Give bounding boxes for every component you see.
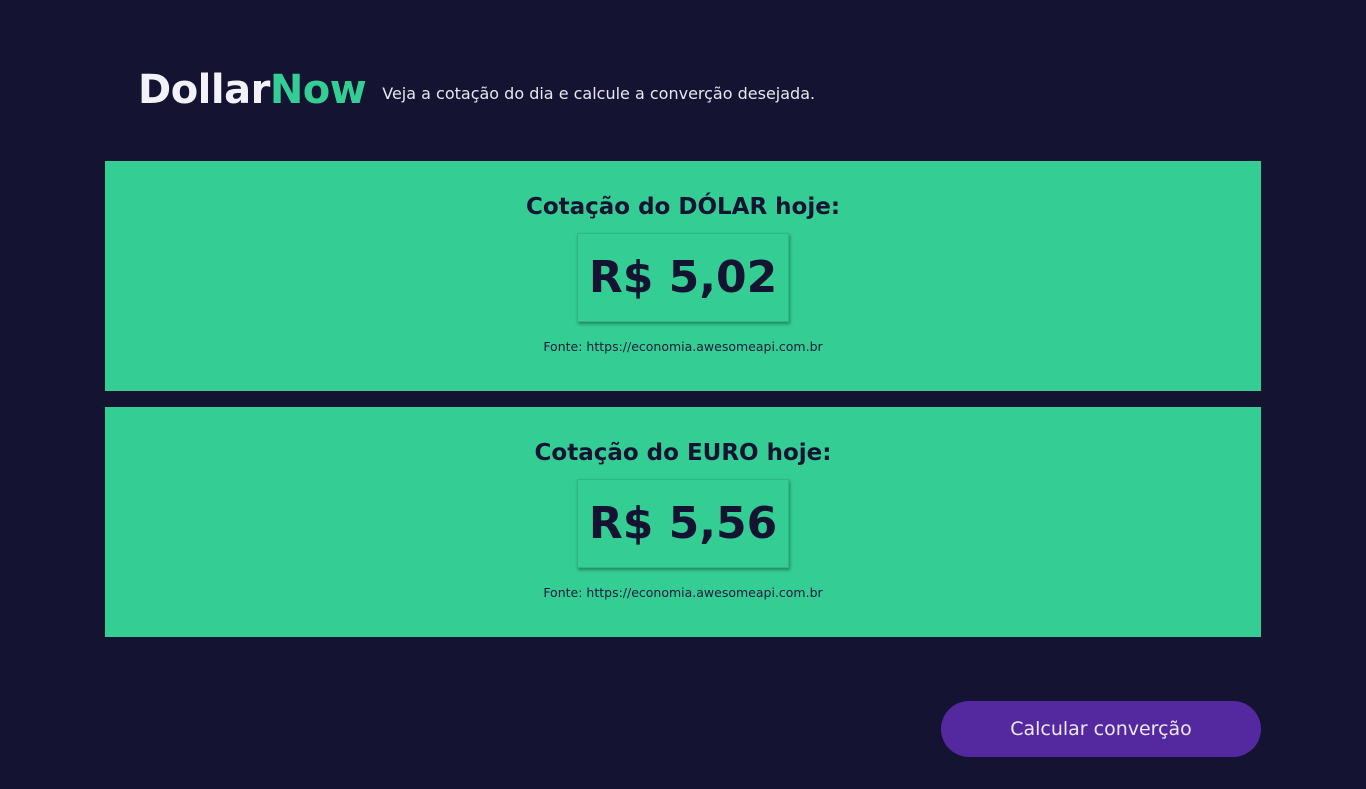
euro-quote-title: Cotação do EURO hoje: (534, 440, 832, 466)
euro-quote-card: Cotação do EURO hoje: R$ 5,56 Fonte: htt… (105, 407, 1261, 637)
logo-dollar-text: Dollar (138, 67, 270, 113)
page: DollarNow Veja a cotação do dia e calcul… (0, 0, 1366, 789)
header: DollarNow Veja a cotação do dia e calcul… (138, 62, 815, 118)
logo: DollarNow (138, 67, 367, 113)
logo-now-text: Now (269, 67, 367, 113)
dollar-quote-title: Cotação do DÓLAR hoje: (525, 194, 841, 220)
euro-quote-source: Fonte: https://economia.awesomeapi.com.b… (543, 585, 823, 600)
dollar-quote-value: R$ 5,02 (577, 233, 789, 322)
calculate-conversion-button[interactable]: Calcular converção (941, 701, 1261, 757)
dollar-quote-card: Cotação do DÓLAR hoje: R$ 5,02 Fonte: ht… (105, 161, 1261, 391)
dollar-quote-source: Fonte: https://economia.awesomeapi.com.b… (543, 339, 823, 354)
tagline: Veja a cotação do dia e calcule a conver… (382, 83, 816, 103)
euro-quote-value: R$ 5,56 (577, 479, 789, 568)
